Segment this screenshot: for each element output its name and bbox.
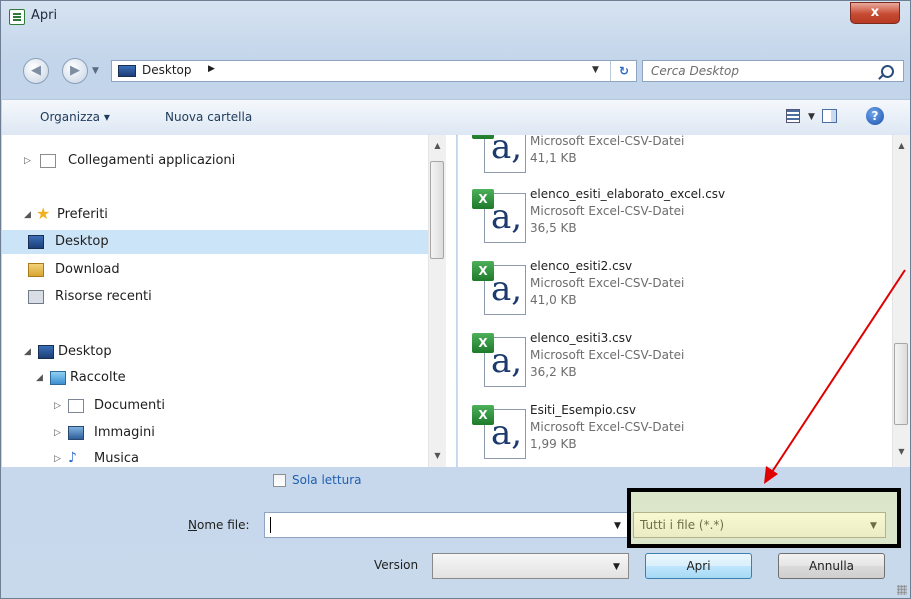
annotation-arrow-head — [764, 466, 778, 484]
annotation-arrow-line — [767, 269, 906, 479]
annotation-arrow — [764, 269, 906, 484]
